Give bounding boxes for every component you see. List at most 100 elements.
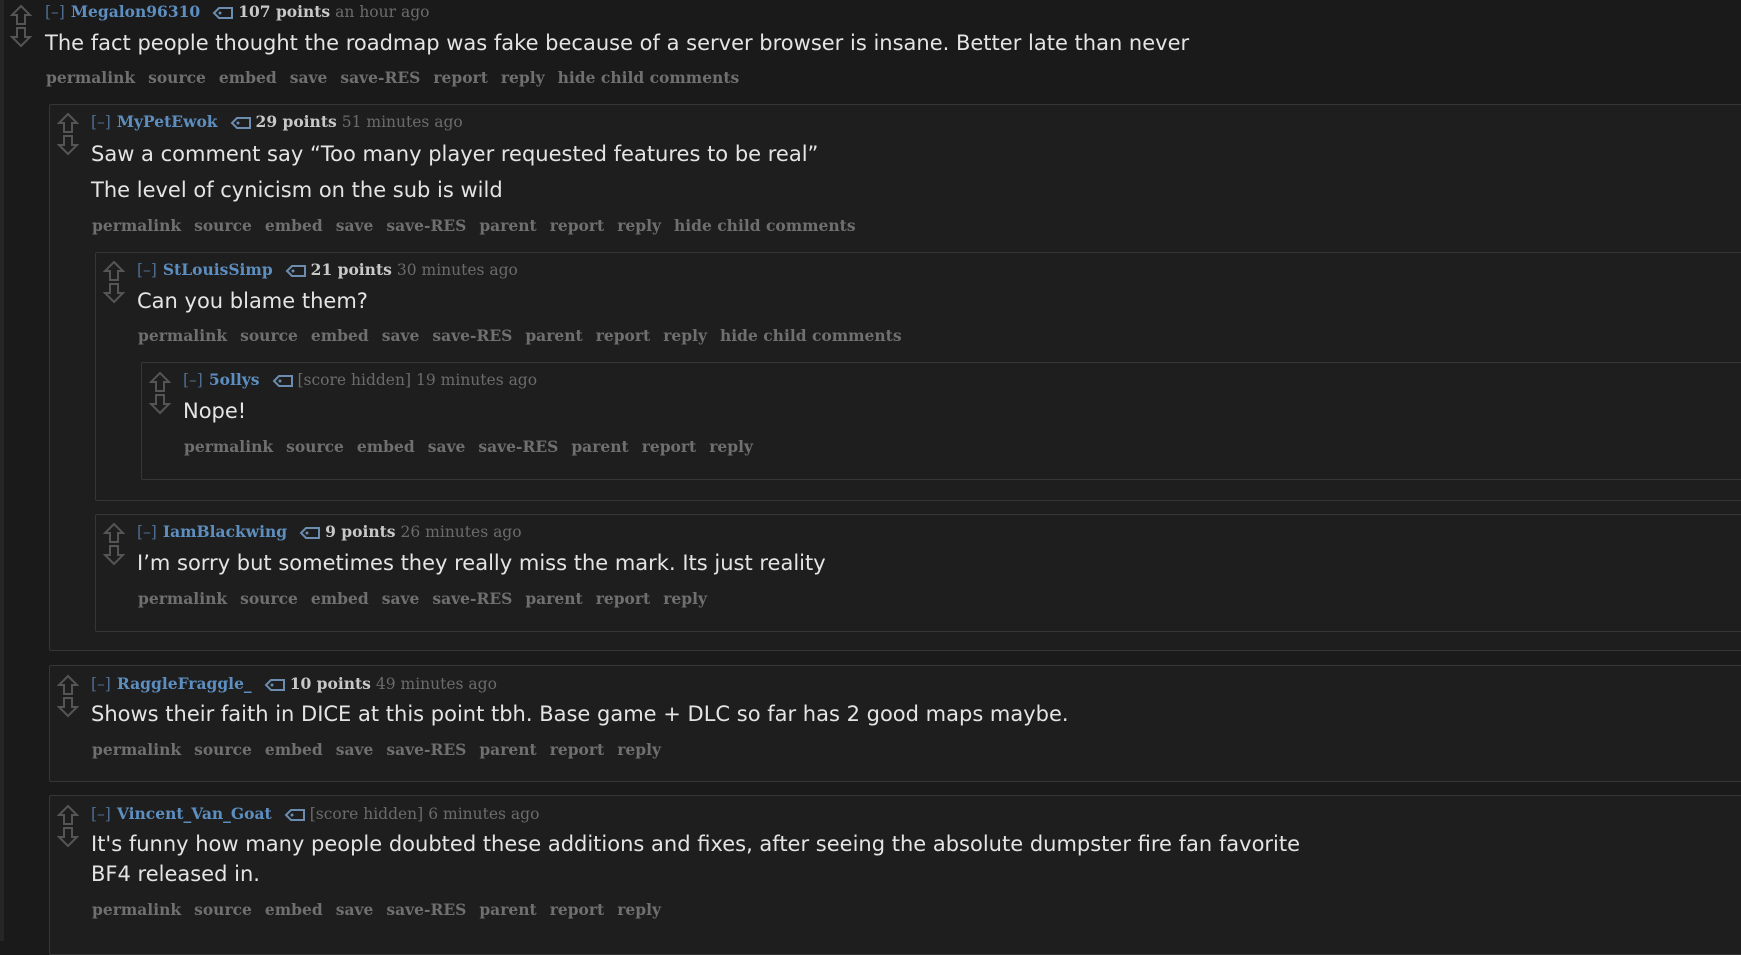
permalink-button[interactable]: permalink — [138, 326, 227, 345]
user-tag-icon[interactable] — [230, 116, 252, 134]
downvote-arrow-icon[interactable] — [57, 696, 79, 718]
downvote-arrow-icon[interactable] — [103, 544, 125, 566]
report-button[interactable]: report — [550, 740, 605, 759]
author-link[interactable]: IamBlackwing — [163, 522, 287, 541]
comment-body-text: I’m sorry but sometimes they really miss… — [137, 551, 826, 575]
save-res-button[interactable]: save-RES — [478, 437, 558, 456]
parent-button[interactable]: parent — [525, 589, 582, 608]
report-button[interactable]: report — [596, 326, 651, 345]
source-button[interactable]: source — [148, 68, 206, 87]
embed-button[interactable]: embed — [219, 68, 277, 87]
author-link[interactable]: RaggleFraggle_ — [117, 674, 252, 693]
reply-button[interactable]: reply — [501, 68, 545, 87]
parent-button[interactable]: parent — [479, 740, 536, 759]
save-button[interactable]: save — [336, 740, 374, 759]
user-tag-icon[interactable] — [212, 6, 234, 24]
comment-body-text: BF4 released in. — [91, 862, 260, 886]
source-button[interactable]: source — [240, 589, 298, 608]
embed-button[interactable]: embed — [265, 740, 323, 759]
upvote-arrow-icon[interactable] — [103, 260, 125, 282]
collapse-toggle[interactable]: [–] — [137, 261, 157, 279]
save-button[interactable]: save — [290, 68, 328, 87]
save-button[interactable]: save — [382, 589, 420, 608]
collapse-toggle[interactable]: [–] — [45, 3, 65, 21]
parent-button[interactable]: parent — [571, 437, 628, 456]
downvote-arrow-icon[interactable] — [57, 134, 79, 156]
upvote-arrow-icon[interactable] — [57, 112, 79, 134]
save-res-button[interactable]: save-RES — [432, 589, 512, 608]
user-tag-icon[interactable] — [299, 526, 321, 544]
reply-button[interactable]: reply — [663, 326, 707, 345]
report-button[interactable]: report — [550, 900, 605, 919]
downvote-arrow-icon[interactable] — [57, 826, 79, 848]
save-button[interactable]: save — [336, 900, 374, 919]
user-tag-icon[interactable] — [285, 264, 307, 282]
upvote-arrow-icon[interactable] — [57, 804, 79, 826]
comment-timestamp: 26 minutes ago — [400, 523, 522, 541]
user-tag-icon[interactable] — [264, 678, 286, 696]
embed-button[interactable]: embed — [265, 216, 323, 235]
permalink-button[interactable]: permalink — [92, 740, 181, 759]
downvote-arrow-icon[interactable] — [103, 282, 125, 304]
hide-child-comments-button[interactable]: hide child comments — [674, 216, 856, 235]
report-button[interactable]: report — [550, 216, 605, 235]
save-res-button[interactable]: save-RES — [340, 68, 420, 87]
reply-button[interactable]: reply — [709, 437, 753, 456]
embed-button[interactable]: embed — [265, 900, 323, 919]
collapse-toggle[interactable]: [–] — [91, 113, 111, 131]
permalink-button[interactable]: permalink — [184, 437, 273, 456]
embed-button[interactable]: embed — [311, 326, 369, 345]
embed-button[interactable]: embed — [311, 589, 369, 608]
reply-button[interactable]: reply — [617, 900, 661, 919]
hide-child-comments-button[interactable]: hide child comments — [720, 326, 902, 345]
reply-button[interactable]: reply — [663, 589, 707, 608]
report-button[interactable]: report — [596, 589, 651, 608]
report-button[interactable]: report — [642, 437, 697, 456]
comment-action-buttons: permalink source embed save save-RES parent re… — [92, 216, 869, 235]
author-link[interactable]: StLouisSimp — [163, 260, 273, 279]
upvote-arrow-icon[interactable] — [57, 674, 79, 696]
permalink-button[interactable]: permalink — [46, 68, 135, 87]
comment-action-buttons: permalink source embed save save-RES report re… — [46, 68, 752, 87]
downvote-arrow-icon[interactable] — [149, 393, 171, 415]
source-button[interactable]: source — [286, 437, 344, 456]
permalink-button[interactable]: permalink — [138, 589, 227, 608]
downvote-arrow-icon[interactable] — [10, 26, 32, 48]
source-button[interactable]: source — [240, 326, 298, 345]
collapse-toggle[interactable]: [–] — [91, 805, 111, 823]
upvote-arrow-icon[interactable] — [103, 522, 125, 544]
report-button[interactable]: report — [433, 68, 488, 87]
author-link[interactable]: MyPetEwok — [117, 112, 218, 131]
save-button[interactable]: save — [336, 216, 374, 235]
save-res-button[interactable]: save-RES — [386, 740, 466, 759]
user-tag-icon[interactable] — [272, 374, 294, 392]
parent-button[interactable]: parent — [525, 326, 582, 345]
collapse-toggle[interactable]: [–] — [91, 675, 111, 693]
save-button[interactable]: save — [382, 326, 420, 345]
save-res-button[interactable]: save-RES — [432, 326, 512, 345]
permalink-button[interactable]: permalink — [92, 216, 181, 235]
hide-child-comments-button[interactable]: hide child comments — [558, 68, 740, 87]
upvote-arrow-icon[interactable] — [149, 371, 171, 393]
save-button[interactable]: save — [428, 437, 466, 456]
save-res-button[interactable]: save-RES — [386, 216, 466, 235]
embed-button[interactable]: embed — [357, 437, 415, 456]
reply-button[interactable]: reply — [617, 216, 661, 235]
source-button[interactable]: source — [194, 740, 252, 759]
upvote-arrow-icon[interactable] — [10, 4, 32, 26]
parent-button[interactable]: parent — [479, 900, 536, 919]
source-button[interactable]: source — [194, 216, 252, 235]
author-link[interactable]: Vincent_Van_Goat — [117, 804, 272, 823]
author-link[interactable]: 5ollys — [209, 370, 260, 389]
comment-score: 21 points — [310, 260, 392, 279]
save-res-button[interactable]: save-RES — [386, 900, 466, 919]
permalink-button[interactable]: permalink — [92, 900, 181, 919]
collapse-toggle[interactable]: [–] — [137, 523, 157, 541]
comment-score: [score hidden] — [297, 371, 412, 389]
collapse-toggle[interactable]: [–] — [183, 371, 203, 389]
author-link[interactable]: Megalon96310 — [71, 2, 200, 21]
parent-button[interactable]: parent — [479, 216, 536, 235]
reply-button[interactable]: reply — [617, 740, 661, 759]
source-button[interactable]: source — [194, 900, 252, 919]
user-tag-icon[interactable] — [284, 808, 306, 826]
